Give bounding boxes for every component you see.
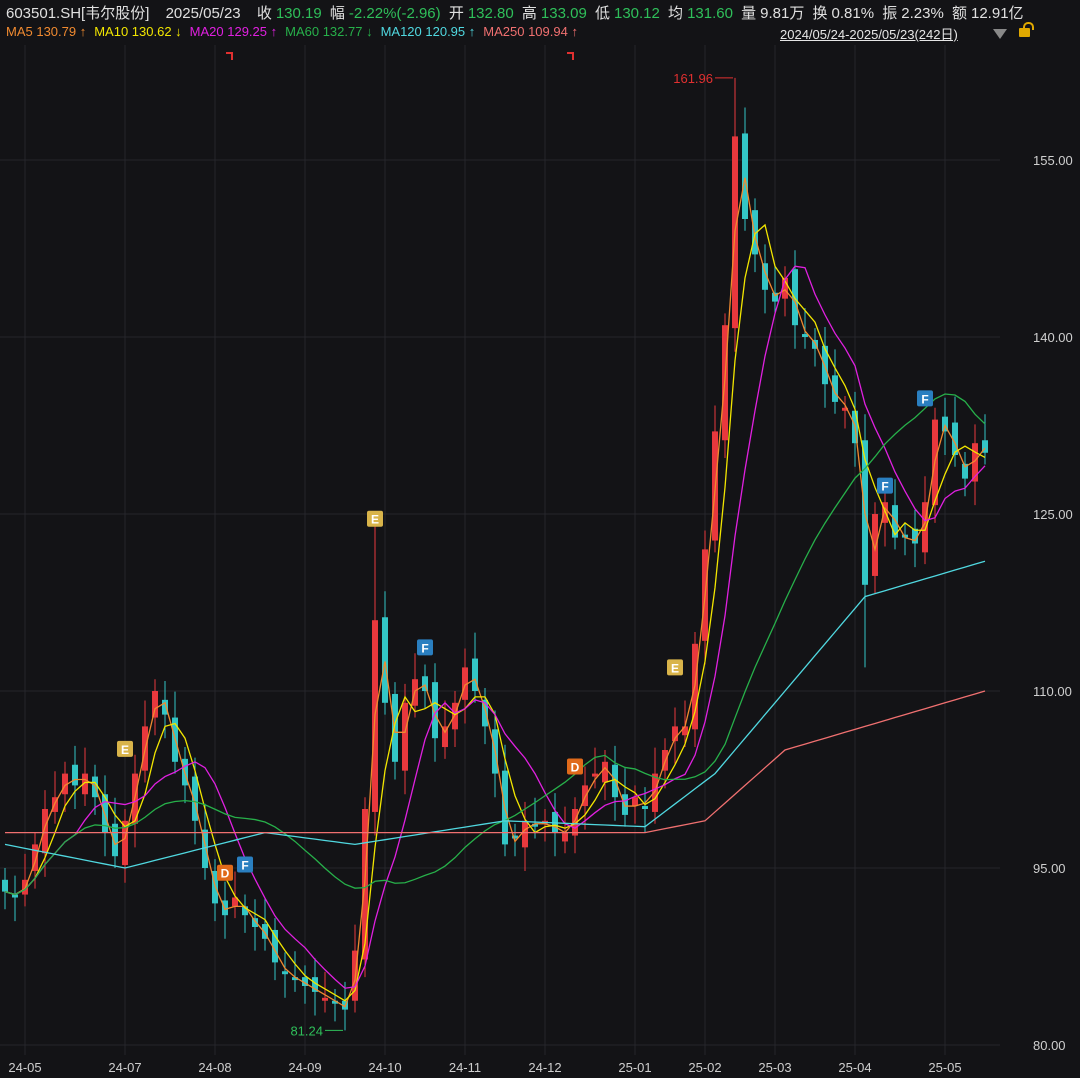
candle-down xyxy=(422,676,428,691)
x-tick-label: 24-11 xyxy=(449,1060,481,1075)
y-tick-label: 110.00 xyxy=(1033,684,1072,699)
candle-down xyxy=(742,133,748,219)
period-bracket-icon xyxy=(567,52,574,60)
min-price-label: 81.24 xyxy=(290,1023,323,1038)
candle-up xyxy=(682,726,688,736)
candle-down xyxy=(642,806,648,809)
candle-up xyxy=(602,761,608,783)
x-tick-label: 24-08 xyxy=(198,1060,231,1075)
ma-line-ma10 xyxy=(4,223,986,1002)
period-bracket-icon xyxy=(226,52,233,60)
candle-down xyxy=(792,269,798,326)
max-price-label: 161.96 xyxy=(673,71,713,86)
event-marker-label: D xyxy=(221,867,230,881)
y-tick-label: 95.00 xyxy=(1033,861,1066,876)
candle-up xyxy=(872,514,878,576)
event-marker-label: F xyxy=(421,641,428,655)
x-tick-label: 25-01 xyxy=(618,1060,651,1075)
event-marker-label: F xyxy=(881,480,888,494)
y-tick-label: 155.00 xyxy=(1033,153,1073,168)
event-marker-label: D xyxy=(571,761,580,775)
event-marker-label: E xyxy=(671,661,679,675)
x-tick-label: 25-04 xyxy=(838,1060,871,1075)
event-marker-label: F xyxy=(241,858,248,872)
candle-up xyxy=(152,691,158,718)
candle-down xyxy=(2,879,8,892)
candlestick-chart[interactable]: 155.00 140.00 125.00 110.00 95.00 80.00 24-05 2… xyxy=(0,0,1080,1078)
x-tick-label: 24-09 xyxy=(288,1060,321,1075)
x-tick-label: 24-12 xyxy=(528,1060,561,1075)
candle-up xyxy=(402,702,408,771)
ma-line-ma60 xyxy=(4,393,986,896)
x-tick-label: 25-02 xyxy=(688,1060,721,1075)
event-marker-label: F xyxy=(921,392,928,406)
event-marker-label: E xyxy=(121,743,129,757)
candle-up xyxy=(562,832,568,842)
y-tick-label: 80.00 xyxy=(1033,1038,1066,1053)
x-tick-label: 24-10 xyxy=(368,1060,401,1075)
ma-line-ma5 xyxy=(4,177,986,1008)
x-tick-label: 25-03 xyxy=(758,1060,791,1075)
x-tick-label: 25-05 xyxy=(928,1060,961,1075)
candle-up xyxy=(42,809,48,854)
candle-down xyxy=(72,764,78,786)
y-tick-label: 125.00 xyxy=(1033,507,1073,522)
y-tick-label: 140.00 xyxy=(1033,330,1073,345)
event-marker-label: E xyxy=(371,513,379,527)
candle-down xyxy=(382,617,388,703)
candle-up xyxy=(632,797,638,807)
candle-up xyxy=(522,820,528,848)
x-tick-label: 24-07 xyxy=(108,1060,141,1075)
candle-down xyxy=(282,971,288,975)
x-tick-label: 24-05 xyxy=(8,1060,41,1075)
candle-up xyxy=(322,997,328,1001)
